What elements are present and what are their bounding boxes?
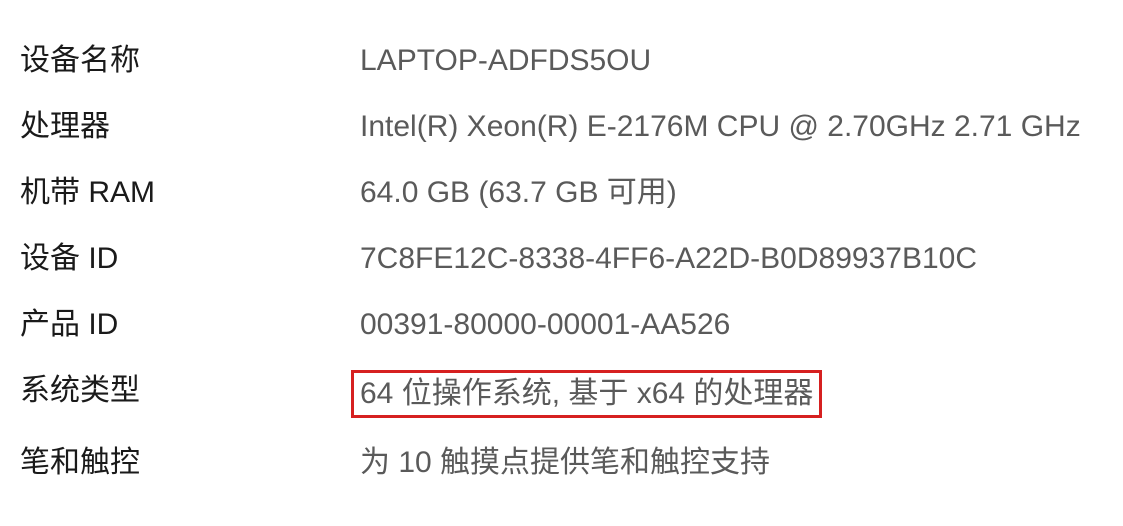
spec-row-device-id: 设备 ID 7C8FE12C-8338-4FF6-A22D-B0D89937B1… [20, 238, 1103, 280]
value-device-id: 7C8FE12C-8338-4FF6-A22D-B0D89937B10C [360, 238, 977, 280]
spec-row-pen-touch: 笔和触控 为 10 触摸点提供笔和触控支持 [20, 442, 1103, 484]
value-device-name: LAPTOP-ADFDS5OU [360, 40, 651, 82]
spec-row-installed-ram: 机带 RAM 64.0 GB (63.7 GB 可用) [20, 172, 1103, 214]
label-system-type: 系统类型 [20, 370, 360, 412]
spec-row-product-id: 产品 ID 00391-80000-00001-AA526 [20, 304, 1103, 346]
label-device-name: 设备名称 [20, 40, 360, 82]
spec-row-processor: 处理器 Intel(R) Xeon(R) E-2176M CPU @ 2.70G… [20, 106, 1103, 148]
value-system-type-wrapper: 64 位操作系统, 基于 x64 的处理器 [360, 370, 822, 418]
spec-row-system-type: 系统类型 64 位操作系统, 基于 x64 的处理器 [20, 370, 1103, 418]
value-installed-ram: 64.0 GB (63.7 GB 可用) [360, 172, 677, 214]
value-processor: Intel(R) Xeon(R) E-2176M CPU @ 2.70GHz 2… [360, 106, 1081, 148]
label-installed-ram: 机带 RAM [20, 172, 360, 214]
label-device-id: 设备 ID [20, 238, 360, 280]
value-pen-touch: 为 10 触摸点提供笔和触控支持 [360, 442, 770, 484]
label-pen-touch: 笔和触控 [20, 442, 360, 484]
spec-row-device-name: 设备名称 LAPTOP-ADFDS5OU [20, 40, 1103, 82]
value-product-id: 00391-80000-00001-AA526 [360, 304, 730, 346]
label-product-id: 产品 ID [20, 304, 360, 346]
label-processor: 处理器 [20, 106, 360, 148]
value-system-type: 64 位操作系统, 基于 x64 的处理器 [351, 370, 822, 418]
